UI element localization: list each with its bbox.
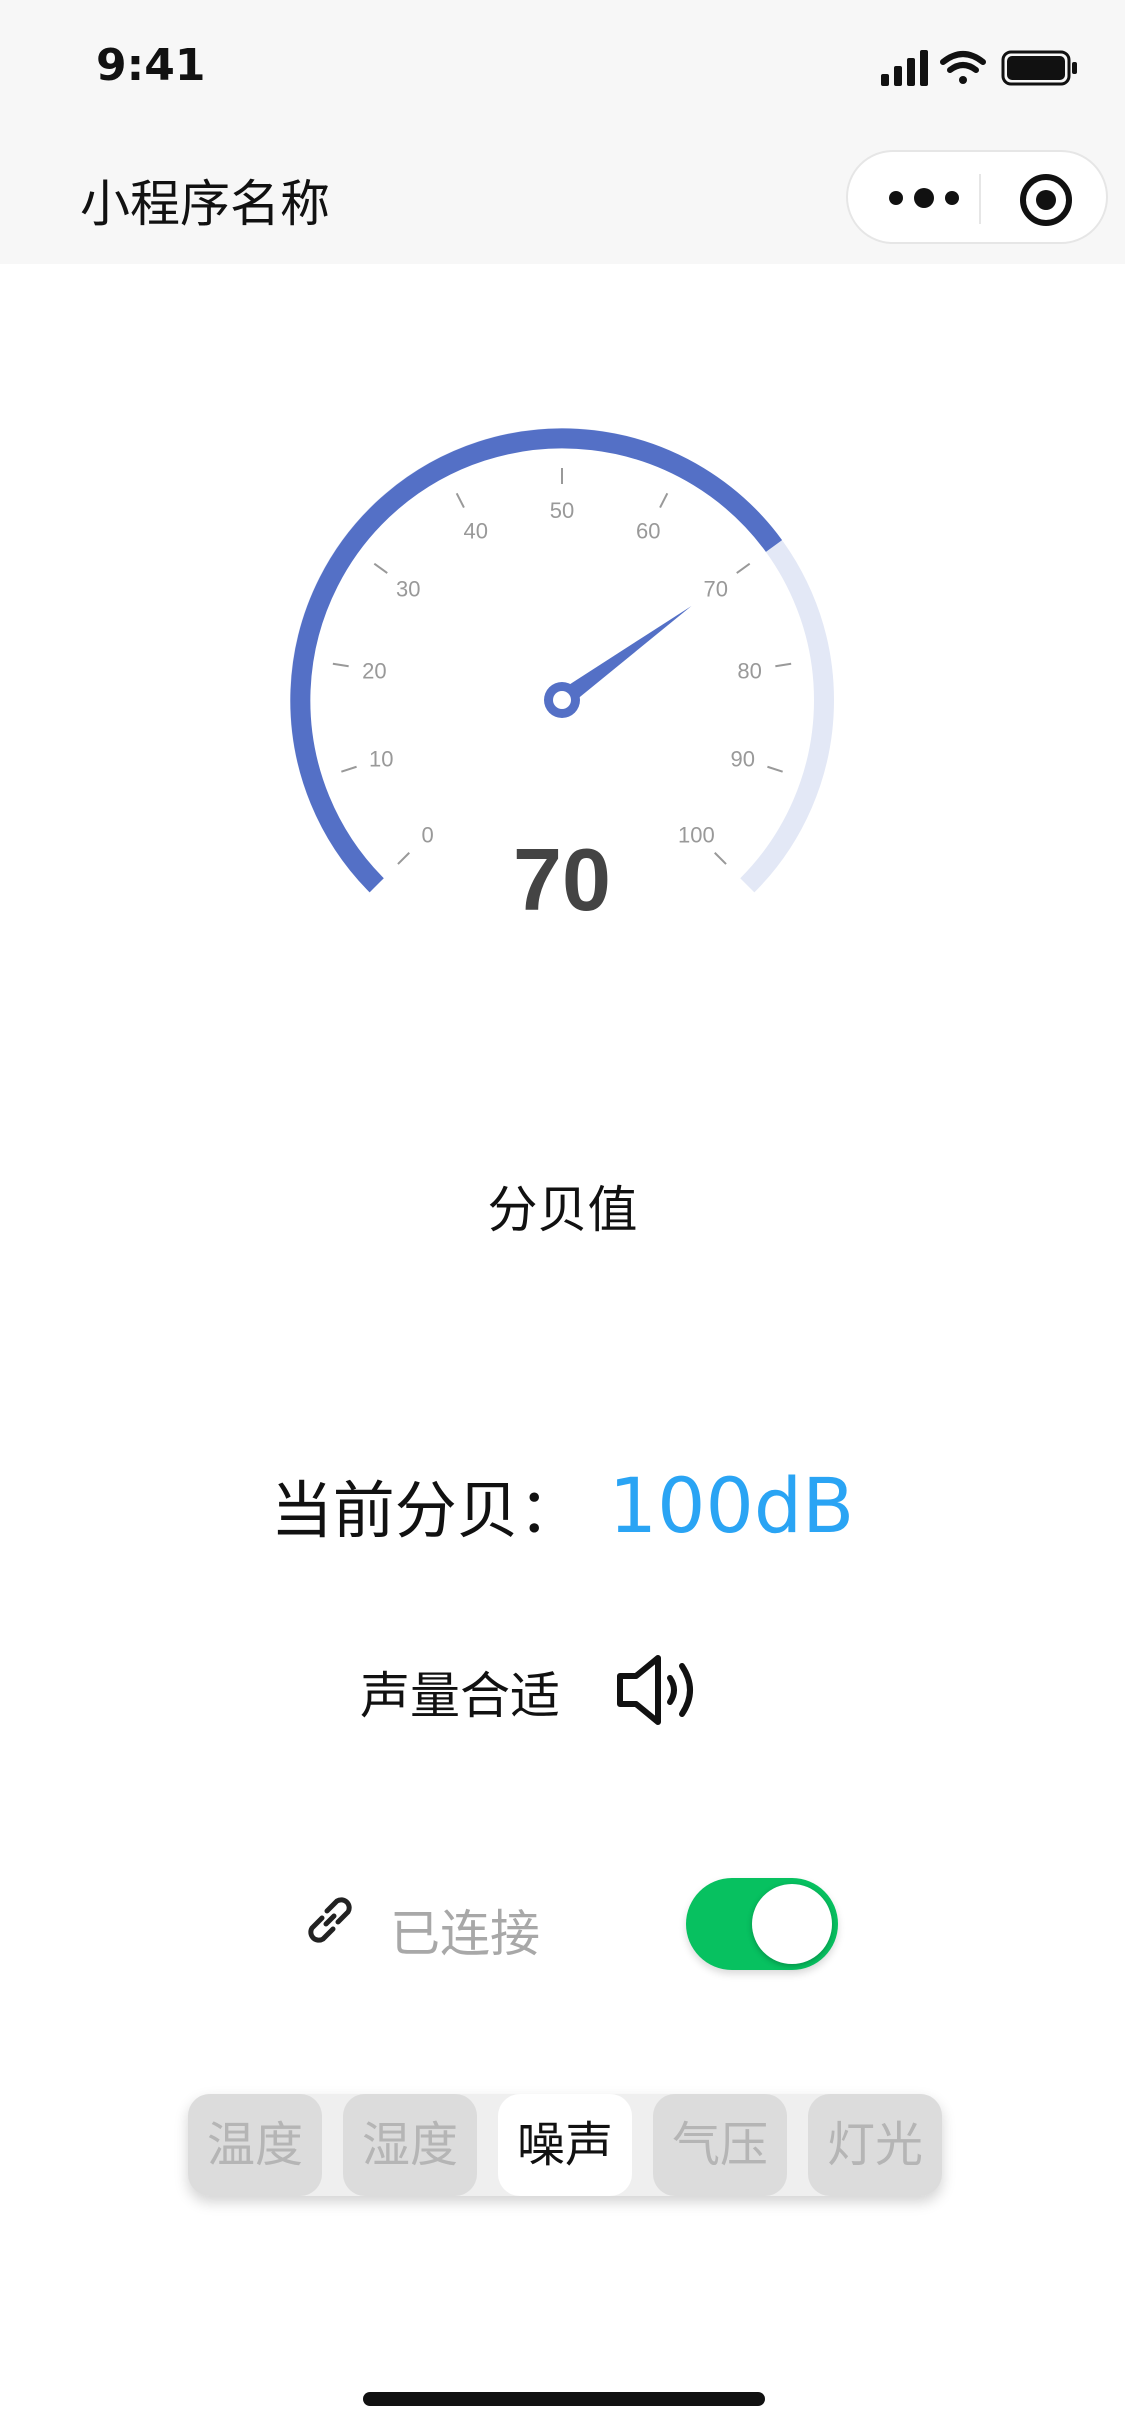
capsule-divider xyxy=(979,174,981,224)
tab-humidity[interactable]: 湿度 xyxy=(343,2094,477,2196)
wifi-icon xyxy=(940,51,986,84)
status-time: 9:41 xyxy=(96,40,206,91)
gauge-tick xyxy=(659,492,669,508)
toggle-knob xyxy=(752,1884,832,1964)
gauge-tick-label: 80 xyxy=(737,658,761,683)
speaker-icon xyxy=(614,1652,702,1732)
sensor-tabs: 温度 湿度 噪声 气压 灯光 xyxy=(188,2094,942,2196)
tab-pressure[interactable]: 气压 xyxy=(653,2094,787,2196)
gauge-tick-label: 20 xyxy=(362,658,386,683)
gauge-tick xyxy=(736,562,751,574)
status-icons xyxy=(881,44,1081,90)
tab-temperature[interactable]: 温度 xyxy=(188,2094,322,2196)
current-decibel-label: 当前分贝： xyxy=(270,1474,581,1547)
tab-noise[interactable]: 噪声 xyxy=(498,2094,632,2196)
gauge-tick xyxy=(714,852,727,865)
gauge-tick xyxy=(341,765,357,773)
capsule-menu xyxy=(846,150,1108,244)
gauge-tick xyxy=(332,662,349,668)
gauge-tick xyxy=(373,562,388,574)
gauge-tick xyxy=(397,852,410,865)
page: 9:41 小程序名称 0 10 20 30 40 50 60 70 80 90 … xyxy=(0,0,1125,2436)
signal-icon xyxy=(881,50,928,86)
target-icon[interactable] xyxy=(1018,172,1074,228)
current-decibel-value: 100dB xyxy=(608,1461,855,1550)
gauge-tick-label: 60 xyxy=(636,519,660,544)
connection-row: 已连接 xyxy=(300,1878,860,1970)
connection-toggle[interactable] xyxy=(686,1878,838,1970)
gauge-tick-labels: 0 10 20 30 40 50 60 70 80 90 100 xyxy=(362,498,762,847)
gauge: 0 10 20 30 40 50 60 70 80 90 100 70 xyxy=(0,340,1125,960)
gauge-svg: 0 10 20 30 40 50 60 70 80 90 100 70 xyxy=(290,428,834,929)
gauge-ticks xyxy=(332,468,792,865)
gauge-value: 70 xyxy=(513,830,611,929)
gauge-tick-label: 70 xyxy=(703,576,727,601)
gauge-label: 分贝值 xyxy=(487,1181,638,1239)
miniprogram-title: 小程序名称 xyxy=(80,175,330,233)
home-indicator xyxy=(363,2392,765,2406)
volume-status-text: 声量合适 xyxy=(360,1667,560,1725)
volume-status-row: 声量合适 xyxy=(360,1652,702,1732)
gauge-tick-label: 50 xyxy=(550,498,574,523)
current-decibel-row: 当前分贝： 100dB xyxy=(0,1460,1125,1550)
tab-light[interactable]: 灯光 xyxy=(808,2094,942,2196)
gauge-tick xyxy=(775,662,792,668)
top-bar: 9:41 小程序名称 xyxy=(0,0,1125,264)
gauge-tick-label: 100 xyxy=(678,822,715,847)
gauge-tick xyxy=(767,765,783,773)
gauge-pivot-center xyxy=(553,691,571,709)
gauge-tick-label: 90 xyxy=(730,747,754,772)
link-icon xyxy=(300,1890,360,1950)
connection-status-text: 已连接 xyxy=(390,1905,540,1963)
gauge-tick-label: 30 xyxy=(396,576,420,601)
gauge-tick-label: 40 xyxy=(463,519,487,544)
gauge-tick xyxy=(455,492,465,508)
battery-icon xyxy=(1001,50,1077,86)
gauge-tick-label: 10 xyxy=(369,747,393,772)
more-dots-icon[interactable] xyxy=(884,176,964,220)
gauge-tick-label: 0 xyxy=(422,822,434,847)
